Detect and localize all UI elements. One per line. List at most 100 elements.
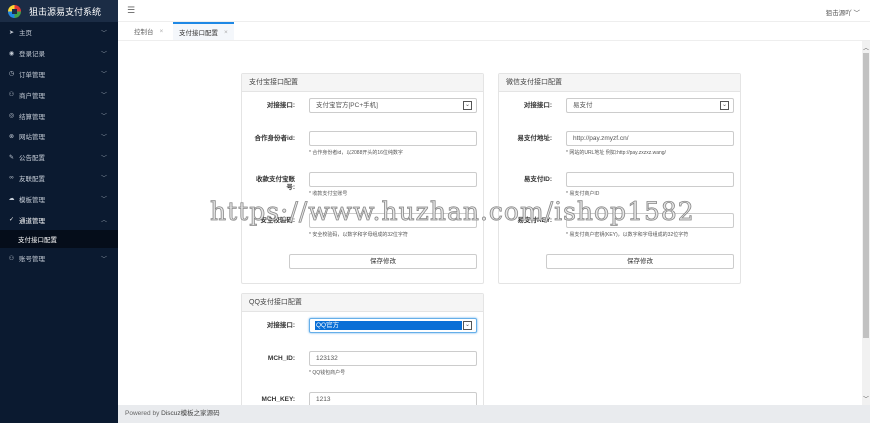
field-label: 易支付ID: [523,176,552,183]
sidebar-item-label: 订单管理 [19,71,45,79]
wechat-save-button[interactable]: 保存修改 [546,254,734,269]
wechat-interface-select[interactable]: 易支付 ⌄ [566,98,734,113]
globe-icon: ⊗ [8,133,15,140]
field-hint: * 安全校验码，以数字和字母组成的32位字符 [309,232,408,238]
sidebar-item-templates[interactable]: ☁ 模板管理 ﹀ [0,188,118,209]
select-value: 支付宝官方[PC+手机] [316,102,378,109]
target-icon: ◎ [8,113,15,120]
sidebar-item-label: 登录记录 [19,51,45,59]
alipay-key-input[interactable] [309,213,477,228]
panel-title: 微信支付接口配置 [499,74,740,92]
alipay-save-button[interactable]: 保存修改 [289,254,477,269]
wechat-id-input[interactable] [566,172,734,187]
top-bar: ☰ 狙击源吖 ﹀ [118,0,870,22]
alipay-pid-input[interactable] [309,131,477,146]
footer: Powered by Discuz模板之家源码 [118,405,870,423]
chevron-down-icon: ﹀ [100,197,107,204]
select-value: 易支付 [573,102,593,109]
sidebar-item-label: 结算管理 [19,113,45,121]
scrollbar-thumb[interactable] [863,53,869,338]
alipay-interface-select[interactable]: 支付宝官方[PC+手机] ⌄ [309,98,477,113]
field-hint: * 网站的URL地址 例如:http://pay.zxzxz.wang/ [566,150,666,156]
user-icon: ⚇ [8,255,15,262]
sidebar-item-merchants[interactable]: ⚇ 商户管理 ﹀ [0,84,118,105]
cloud-icon: ☁ [8,196,15,203]
main-content: 支付宝接口配置 对接接口: 支付宝官方[PC+手机] ⌄ 合作身份者id: * 合作身… [118,41,862,423]
sidebar-item-label: 主页 [19,30,32,38]
tab-payment-config[interactable]: 支付接口配置 × [173,22,234,40]
chevron-down-icon: ﹀ [853,10,861,17]
sidebar-item-channels[interactable]: ✓ 通道管理 ︿ [0,209,118,230]
sidebar-item-login-records[interactable]: ◉ 登录记录 ﹀ [0,43,118,64]
alipay-account-input[interactable] [309,172,477,187]
field-label: 易支付地址: [517,135,552,142]
field-hint: * 易支付商户密钥(KEY)，以数字和字母组成的32位字符 [566,232,689,238]
menu-toggle-icon[interactable]: ☰ [127,5,135,16]
field-label: 易支付KEY: [517,217,552,224]
close-icon[interactable]: × [224,29,228,36]
sidebar-item-label: 通道管理 [19,217,45,225]
tab-dashboard[interactable]: 控制台 × [128,22,169,40]
sidebar-item-links[interactable]: ∞ 友联配置 ﹀ [0,168,118,189]
chevron-up-icon: ︿ [100,218,107,225]
scrollbar[interactable]: ︿ ﹀ [862,41,870,405]
sidebar-item-label: 友联配置 [19,175,45,183]
field-hint: * 合作身份者id，以2088开头的16位纯数字 [309,150,403,156]
chevron-down-icon: ﹀ [100,134,107,141]
sidebar-item-label: 网站管理 [19,134,45,142]
sidebar-item-label: 公告配置 [19,155,45,163]
send-icon: ➤ [8,29,15,36]
tab-label: 控制台 [134,29,154,36]
qq-mchid-input[interactable]: 123132 [309,351,477,366]
chevron-down-icon: ﹀ [100,93,107,100]
clock-icon: ◷ [8,71,15,78]
chevron-down-icon: ⌄ [463,101,472,110]
chevron-down-icon: ﹀ [100,155,107,162]
sidebar-item-label: 模板管理 [19,196,45,204]
sidebar-item-notice[interactable]: ✎ 公告配置 ﹀ [0,147,118,168]
eye-icon: ◉ [8,50,15,57]
chevron-down-icon: ﹀ [100,51,107,58]
sidebar-item-orders[interactable]: ◷ 订单管理 ﹀ [0,64,118,85]
sidebar-item-site[interactable]: ⊗ 网站管理 ﹀ [0,126,118,147]
qq-config-panel: QQ支付接口配置 对接接口: QQ官方 ⌄ MCH_ID: 123132 * QQ钱包商… [241,293,484,423]
link-icon: ∞ [9,174,14,181]
sidebar-item-settlement[interactable]: ◎ 结算管理 ﹀ [0,105,118,126]
scroll-down-icon[interactable]: ﹀ [862,394,870,403]
field-label: 对接接口: [266,322,295,329]
sidebar-item-account[interactable]: ⚇ 账号管理 ﹀ [0,248,118,269]
sidebar-item-label: 商户管理 [19,92,45,100]
field-label: MCH_KEY: [261,396,295,403]
logo-icon [8,4,21,18]
chevron-down-icon: ﹀ [100,114,107,121]
sidebar-subitem-payment-config[interactable]: 支付接口配置 [0,229,118,248]
scroll-up-icon[interactable]: ︿ [862,43,870,52]
alipay-config-panel: 支付宝接口配置 对接接口: 支付宝官方[PC+手机] ⌄ 合作身份者id: * 合作身… [241,73,484,284]
footer-brand-link[interactable]: Discuz模板之家源码 [161,410,220,417]
chevron-down-icon: ﹀ [100,30,107,37]
wechat-key-input[interactable] [566,213,734,228]
footer-text: Powered by [125,410,160,417]
pencil-icon: ✎ [8,154,15,161]
field-label: MCH_ID: [267,355,295,362]
field-label: 对接接口: [266,102,295,109]
field-label: 合作身份者id: [254,135,295,142]
sidebar-item-label: 账号管理 [19,256,45,264]
app-logo[interactable]: 狙击源易支付系统 [0,0,118,22]
sidebar-item-home[interactable]: ➤ 主页 ﹀ [0,22,118,43]
wechat-url-input[interactable]: http://pay.zmyzf.cn/ [566,131,734,146]
shield-check-icon: ✓ [8,217,15,224]
sidebar: 狙击源易支付系统 ➤ 主页 ﹀ ◉ 登录记录 ﹀ ◷ 订单管理 ﹀ ⚇ 商户管理 ﹀ ◎ 结算管理… [0,0,118,423]
close-icon[interactable]: × [160,28,164,35]
qq-interface-select[interactable]: QQ官方 ⌄ [309,318,477,333]
user-menu[interactable]: 狙击源吖 ﹀ [826,7,860,17]
field-hint: * 收款支付宝账号 [309,191,348,197]
tab-bar: 控制台 × 支付接口配置 × [118,22,870,41]
wechat-config-panel: 微信支付接口配置 对接接口: 易支付 ⌄ 易支付地址: http://pay.zmyz… [498,73,741,284]
panel-title: 支付宝接口配置 [242,74,483,92]
field-label: 对接接口: [523,102,552,109]
chevron-down-icon: ﹀ [100,72,107,79]
field-label: 收款支付宝账号: [256,176,295,191]
select-value: QQ官方 [315,321,462,330]
field-hint: * QQ钱包商户号 [309,370,346,376]
